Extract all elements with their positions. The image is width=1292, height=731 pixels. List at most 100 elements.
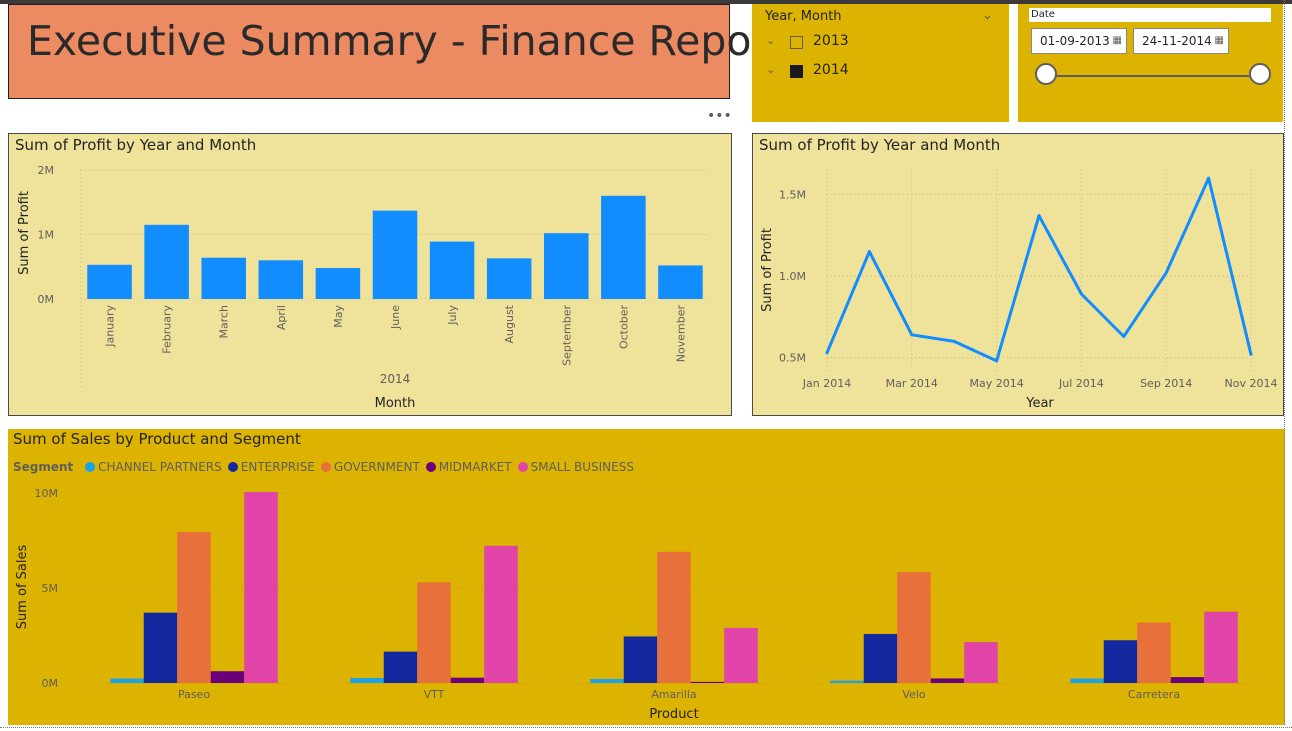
- data-point-oct-2014: [1207, 176, 1211, 180]
- date-range-track[interactable]: [1046, 75, 1260, 77]
- y-tick-label: 2M: [38, 164, 55, 177]
- y-axis-title: Sum of Profit: [17, 191, 32, 275]
- expand-chevron-icon[interactable]: ⌄: [766, 63, 775, 76]
- slicer-item-2014[interactable]: ⌄ 2014: [766, 62, 966, 84]
- x-tick-label: Jul 2014: [1058, 377, 1104, 390]
- x-axis-title: Product: [649, 707, 698, 722]
- bar-november: [658, 265, 703, 299]
- y-tick-label: 1.5M: [779, 188, 806, 201]
- bar-velo-midmarket: [930, 678, 965, 683]
- y-tick-label: 5M: [42, 582, 59, 595]
- x-tick-label: VTT: [424, 688, 445, 701]
- bar-velo-enterprise: [863, 633, 898, 683]
- profit-line-chart-panel: Sum of Profit by Year and Month 0.5M 1.0M…: [752, 133, 1284, 416]
- bar-paseo-enterprise: [143, 612, 178, 683]
- year-group-label: 2014: [380, 372, 411, 386]
- profit-line: [825, 176, 1253, 363]
- checkbox-2014[interactable]: [790, 65, 803, 78]
- x-tick-label: October: [617, 305, 630, 349]
- y-tick-label: 0M: [38, 293, 55, 306]
- bar-carretera-channel-partners: [1070, 678, 1104, 683]
- profit-bar-chart[interactable]: 0M 1M 2M January February March April May June J…: [9, 134, 731, 415]
- bar-amarilla-small-business: [724, 627, 758, 683]
- bar-august: [486, 258, 532, 299]
- bar-march: [201, 257, 246, 299]
- start-date-value: 01-09-2013: [1040, 34, 1110, 48]
- x-tick-label: Paseo: [178, 688, 210, 701]
- bar-carretera-enterprise: [1103, 640, 1138, 683]
- bar-february: [144, 224, 189, 299]
- x-tick-label: June: [389, 305, 402, 330]
- bar-april: [258, 260, 304, 299]
- checkbox-2013[interactable]: [790, 36, 803, 49]
- date-slicer: Date 01-09-2013 ▦ 24-11-2014 ▦: [1018, 4, 1283, 122]
- x-axis-title: Year: [1025, 396, 1054, 411]
- slicer-header: Year, Month: [765, 9, 842, 24]
- bar-velo-government: [897, 572, 931, 683]
- y-tick-label: 0M: [42, 677, 59, 690]
- data-point-jun-2014: [1037, 214, 1041, 218]
- data-point-may-2014: [995, 359, 999, 363]
- report-title-box: Executive Summary - Finance Report: [8, 4, 784, 99]
- report-title: Executive Summary - Finance Report: [27, 17, 785, 65]
- x-tick-label: May: [332, 305, 345, 328]
- x-tick-label: January: [104, 305, 117, 348]
- y-tick-label: 0.5M: [779, 352, 806, 365]
- bar-september: [544, 233, 589, 299]
- x-axis-title: Month: [375, 396, 416, 411]
- profit-line-chart[interactable]: 0.5M 1.0M 1.5M Jan 2014 Mar 2014 May 2014 Jul…: [753, 134, 1283, 415]
- end-date-input[interactable]: 24-11-2014 ▦: [1133, 28, 1229, 54]
- data-point-aug-2014: [1122, 334, 1126, 338]
- data-point-sep-2014: [1164, 271, 1168, 275]
- bar-paseo-small-business: [244, 492, 278, 683]
- expand-chevron-icon[interactable]: ⌄: [766, 34, 775, 47]
- chevron-down-icon[interactable]: ⌄: [982, 8, 993, 23]
- x-tick-label: Velo: [902, 688, 925, 701]
- start-date-handle[interactable]: [1035, 63, 1057, 85]
- sales-grouped-bar-chart[interactable]: 0M 5M 10M Paseo VTT Amarilla Velo Carretera Pr…: [8, 429, 1285, 725]
- slicer-item-label: 2013: [813, 33, 849, 49]
- x-tick-label: Mar 2014: [886, 377, 938, 390]
- bar-paseo-midmarket: [210, 671, 245, 683]
- x-tick-label: Sep 2014: [1140, 377, 1192, 390]
- canvas-edge-right: [1284, 0, 1285, 725]
- bar-paseo-channel-partners: [110, 678, 144, 683]
- bar-paseo-government: [177, 531, 211, 683]
- bar-january: [87, 264, 132, 299]
- bar-carretera-government: [1137, 622, 1171, 683]
- year-month-slicer: Year, Month ⌄ ⌄ 2013 ⌄ 2014: [752, 4, 1009, 122]
- x-tick-label: April: [275, 305, 288, 330]
- data-point-apr-2014: [952, 339, 956, 343]
- bar-vtt-midmarket: [450, 677, 485, 683]
- y-axis-title: Sum of Sales: [15, 545, 30, 630]
- bar-amarilla-enterprise: [623, 636, 658, 683]
- end-date-value: 24-11-2014: [1142, 34, 1212, 48]
- bar-vtt-channel-partners: [350, 678, 384, 683]
- bar-october: [601, 195, 646, 299]
- calendar-icon[interactable]: ▦: [1113, 29, 1122, 53]
- bar-vtt-government: [417, 582, 451, 683]
- bar-velo-channel-partners: [830, 680, 864, 683]
- x-tick-label: May 2014: [969, 377, 1023, 390]
- bar-amarilla-government: [657, 551, 691, 683]
- slicer-item-2013[interactable]: ⌄ 2013: [766, 33, 966, 55]
- bar-vtt-enterprise: [383, 651, 418, 683]
- slicer-header: Date: [1029, 8, 1271, 22]
- start-date-input[interactable]: 01-09-2013 ▦: [1031, 28, 1127, 54]
- sales-segment-chart-panel: Sum of Sales by Product and Segment Segm…: [8, 429, 1285, 725]
- data-point-jan-2014: [825, 351, 829, 355]
- bar-vtt-small-business: [484, 545, 518, 683]
- x-tick-label: November: [674, 305, 687, 363]
- canvas-edge-bottom: [0, 727, 1292, 728]
- x-tick-label: July: [446, 305, 459, 326]
- y-tick-label: 1.0M: [779, 270, 806, 283]
- profit-bar-chart-panel: Sum of Profit by Year and Month 0M 1M 2M J…: [8, 133, 732, 416]
- x-tick-label: Amarilla: [651, 688, 696, 701]
- slicer-item-label: 2014: [813, 62, 849, 78]
- more-options-icon[interactable]: •••: [707, 108, 732, 124]
- bar-velo-small-business: [964, 642, 998, 683]
- x-tick-label: August: [503, 304, 516, 343]
- calendar-icon[interactable]: ▦: [1215, 29, 1224, 53]
- bar-carretera-small-business: [1204, 611, 1238, 683]
- end-date-handle[interactable]: [1249, 63, 1271, 85]
